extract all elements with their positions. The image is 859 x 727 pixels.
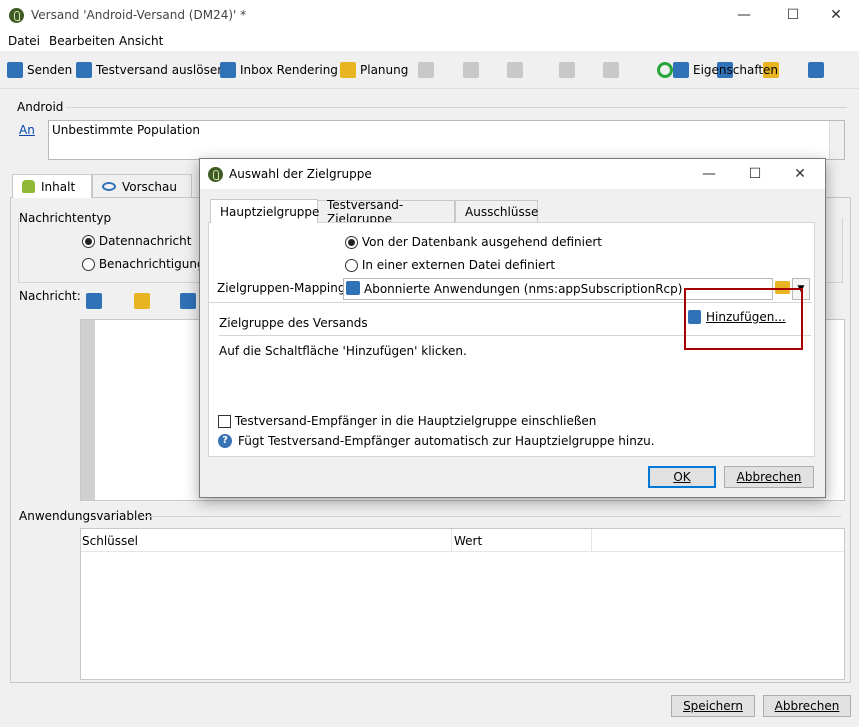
help-icon: ? xyxy=(218,434,232,448)
group-divider xyxy=(66,107,847,108)
calendar-icon xyxy=(340,62,356,78)
table-header: Schlüssel Wert xyxy=(81,529,844,552)
save-button[interactable]: Speichern xyxy=(671,695,755,717)
toolbar: Senden Testversand auslösen Inbox Render… xyxy=(0,51,859,89)
mapping-label: Zielgruppen-Mapping: xyxy=(217,281,350,295)
minimize-icon[interactable]: — xyxy=(721,0,767,31)
hint-text: Auf die Schaltfläche 'Hinzufügen' klicke… xyxy=(219,344,467,358)
copy-icon[interactable] xyxy=(418,62,434,78)
radio-notification[interactable]: Benachrichtigungsi xyxy=(82,257,214,271)
dialog-minimize-icon[interactable]: — xyxy=(686,159,732,189)
cut-icon[interactable] xyxy=(462,62,479,78)
target-selection-dialog: Auswahl der Zielgruppe — ☐ ✕ Hauptzielgr… xyxy=(199,158,826,498)
eye-icon xyxy=(102,182,116,191)
cancel-button[interactable]: Abbrechen xyxy=(763,695,851,717)
properties-button[interactable]: Eigenschaften xyxy=(673,62,778,78)
info-row: ? Fügt Testversand-Empfänger automatisch… xyxy=(218,434,655,448)
target-label: Zielgruppe des Versands xyxy=(219,316,368,330)
radio-data-message[interactable]: Datennachricht xyxy=(82,234,191,248)
approval-icon[interactable] xyxy=(807,62,824,78)
paste-icon[interactable] xyxy=(506,62,523,78)
radio-external-file[interactable]: In einer externen Datei definiert xyxy=(345,258,555,272)
title-bar: Versand 'Android-Versand (DM24)' * — ☐ ✕ xyxy=(0,0,859,31)
tab-main-target[interactable]: Hauptzielgruppe xyxy=(210,199,319,223)
mail-icon xyxy=(7,62,23,78)
population-scrollbar[interactable] xyxy=(829,121,844,159)
menu-edit[interactable]: Bearbeiten xyxy=(49,34,115,48)
tab-exclusions[interactable]: Ausschlüsse xyxy=(455,200,538,223)
population-text: Unbestimmte Population xyxy=(52,123,201,137)
proof-button[interactable]: Testversand auslösen xyxy=(76,62,225,78)
inbox-rendering-button[interactable]: Inbox Rendering xyxy=(220,62,338,78)
message-label: Nachricht: xyxy=(19,289,81,303)
dialog-app-icon xyxy=(208,167,223,182)
redo-icon[interactable] xyxy=(603,62,620,78)
menu-bar: Datei Bearbeiten Ansicht xyxy=(0,31,859,51)
col-key[interactable]: Schlüssel xyxy=(82,534,138,548)
dialog-title-bar: Auswahl der Zielgruppe — ☐ ✕ xyxy=(200,159,825,189)
mapping-icon xyxy=(346,281,360,295)
android-group-label: Android xyxy=(17,100,64,114)
app-vars-divider xyxy=(142,516,841,517)
send-button[interactable]: Senden xyxy=(7,62,72,78)
new-icon[interactable] xyxy=(86,293,102,309)
app-vars-label: Anwendungsvariablen xyxy=(19,509,153,523)
android-icon xyxy=(22,180,35,193)
tab-preview[interactable]: Vorschau xyxy=(92,174,192,198)
dialog-maximize-icon[interactable]: ☐ xyxy=(732,159,778,189)
menu-view[interactable]: Ansicht xyxy=(119,34,163,48)
population-field[interactable]: Unbestimmte Population xyxy=(48,120,845,160)
dialog-cancel-button[interactable]: Abbrechen xyxy=(724,466,814,488)
mapping-value: Abonnierte Anwendungen (nms:appSubscript… xyxy=(364,282,683,296)
close-icon[interactable]: ✕ xyxy=(813,0,859,31)
tab-proof-target[interactable]: Testversand-Zielgruppe xyxy=(317,198,455,226)
save-icon[interactable] xyxy=(179,293,196,309)
tab-content[interactable]: Inhalt xyxy=(12,174,92,198)
inbox-icon xyxy=(220,62,236,78)
refresh-icon[interactable] xyxy=(657,62,674,78)
include-proof-checkbox[interactable]: Testversand-Empfänger in die Hauptzielgr… xyxy=(218,414,596,428)
to-link[interactable]: An xyxy=(19,123,35,137)
radio-from-database[interactable]: Von der Datenbank ausgehend definiert xyxy=(345,235,602,249)
schedule-button[interactable]: Planung xyxy=(340,62,408,78)
maximize-icon[interactable]: ☐ xyxy=(770,0,816,31)
editor-gutter xyxy=(81,320,95,500)
mail-check-icon xyxy=(76,62,92,78)
dialog-close-icon[interactable]: ✕ xyxy=(777,159,823,189)
properties-icon xyxy=(673,62,689,78)
dialog-title: Auswahl der Zielgruppe xyxy=(229,167,372,181)
window-title: Versand 'Android-Versand (DM24)' * xyxy=(31,8,247,22)
undo-icon[interactable] xyxy=(559,62,576,78)
app-icon xyxy=(9,8,24,23)
menu-file[interactable]: Datei xyxy=(8,34,40,48)
app-vars-table: Schlüssel Wert xyxy=(80,528,845,680)
col-value[interactable]: Wert xyxy=(454,534,482,548)
highlight-box xyxy=(684,288,803,350)
ok-button[interactable]: OK xyxy=(648,466,716,488)
open-folder-icon[interactable] xyxy=(133,293,150,309)
